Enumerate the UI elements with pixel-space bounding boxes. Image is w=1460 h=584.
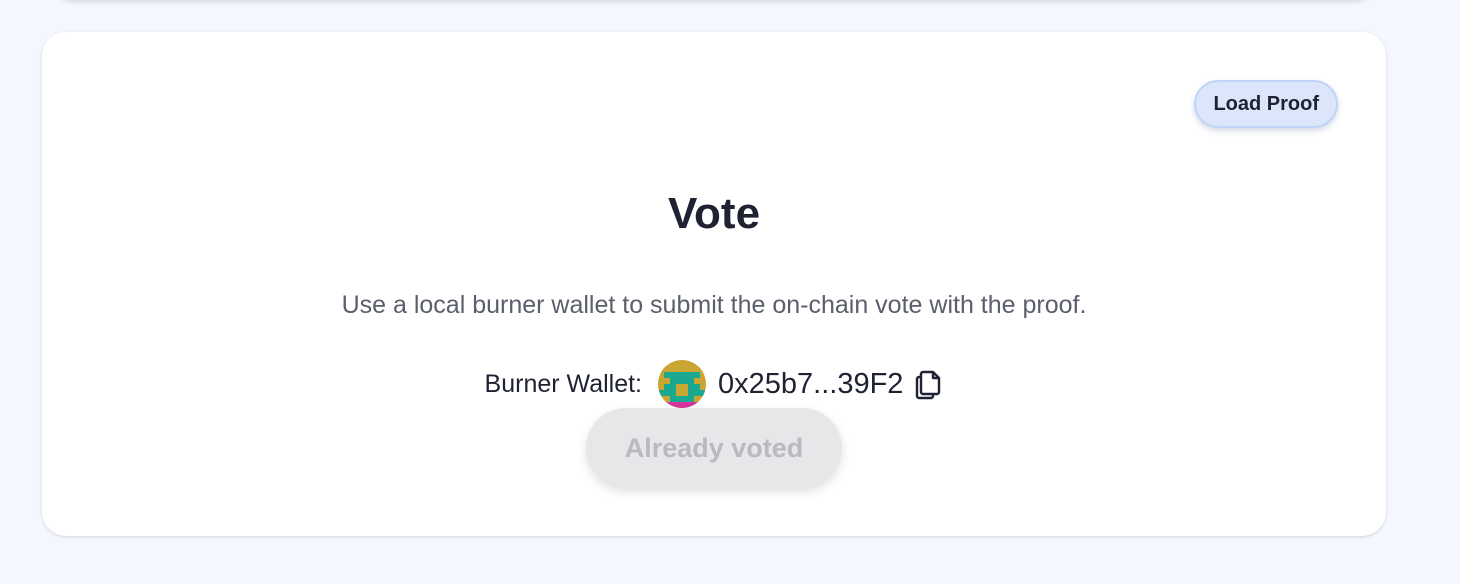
copy-icon[interactable] [913,368,943,400]
already-voted-button[interactable]: Already voted [586,408,842,488]
load-proof-button[interactable]: Load Proof [1194,80,1338,128]
wallet-address: 0x25b7...39F2 [718,367,904,400]
card-description: Use a local burner wallet to submit the … [341,291,1087,319]
card-title: Vote [667,189,761,238]
burner-wallet-row: Burner Wallet: 0x25b7...39F2 [42,358,1386,410]
blockie-avatar-icon [658,360,707,408]
burner-wallet-label: Burner Wallet: [484,369,643,398]
